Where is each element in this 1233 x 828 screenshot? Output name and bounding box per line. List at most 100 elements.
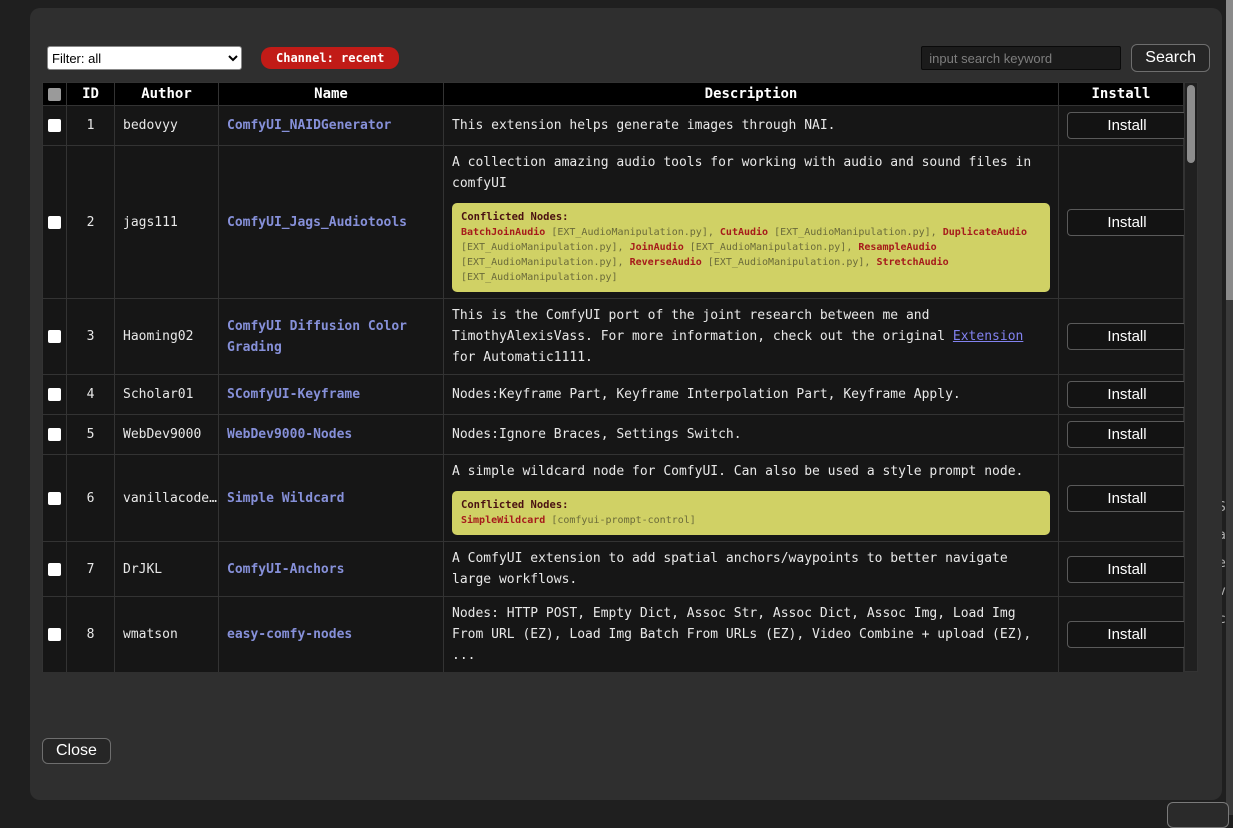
conflict-node: ResampleAudio	[858, 242, 936, 253]
install-button[interactable]: Install	[1067, 323, 1187, 350]
install-button[interactable]: Install	[1067, 556, 1187, 583]
page-scrollbar[interactable]	[1226, 0, 1233, 815]
row-checkbox-cell	[43, 146, 67, 299]
row-install-cell: Install	[1059, 106, 1184, 146]
row-checkbox-cell	[43, 415, 67, 455]
partial-button[interactable]	[1167, 802, 1229, 828]
row-id: 2	[67, 146, 115, 299]
row-name[interactable]: ComfyUI_Jags_Audiotools	[219, 146, 444, 299]
row-author: WebDev9000	[115, 415, 219, 455]
row-checkbox[interactable]	[48, 388, 61, 401]
conflict-title: Conflicted Nodes:	[461, 210, 1041, 225]
row-checkbox[interactable]	[48, 492, 61, 505]
row-checkbox[interactable]	[48, 119, 61, 132]
toolbar: Filter: all Channel: recent Search	[42, 44, 1210, 72]
conflict-node: JoinAudio	[630, 242, 684, 253]
description-link[interactable]: Extension	[953, 329, 1023, 344]
col-header-install: Install	[1059, 83, 1184, 106]
conflict-node: SimpleWildcard	[461, 515, 545, 526]
row-description-cell: This is the ComfyUI port of the joint re…	[444, 299, 1059, 375]
conflict-node: CutAudio	[720, 227, 768, 238]
description-text: Nodes: HTTP POST, Empty Dict, Assoc Str,…	[452, 606, 1031, 663]
row-checkbox-cell	[43, 375, 67, 415]
table-row: 2 jags111 ComfyUI_Jags_Audiotools A coll…	[43, 146, 1184, 299]
col-header-description: Description	[444, 83, 1059, 106]
custom-nodes-table: ID Author Name Description Install 1 bed…	[42, 82, 1184, 672]
row-install-cell: Install	[1059, 597, 1184, 673]
channel-badge: Channel: recent	[261, 47, 399, 69]
row-author: Scholar01	[115, 375, 219, 415]
row-checkbox[interactable]	[48, 216, 61, 229]
conflict-ext: [EXT_AudioManipulation.py],	[545, 227, 720, 238]
select-all-checkbox[interactable]	[48, 88, 61, 101]
conflict-ext: [EXT_AudioManipulation.py],	[702, 257, 877, 268]
row-description: A collection amazing audio tools for wor…	[452, 152, 1050, 194]
row-description-cell: A simple wildcard node for ComfyUI. Can …	[444, 455, 1059, 542]
table-row: 8 wmatson easy-comfy-nodes Nodes: HTTP P…	[43, 597, 1184, 673]
page-scrollbar-thumb[interactable]	[1226, 0, 1233, 300]
row-description-cell: A ComfyUI extension to add spatial ancho…	[444, 542, 1059, 597]
install-button[interactable]: Install	[1067, 209, 1187, 236]
row-checkbox[interactable]	[48, 330, 61, 343]
row-description: This is the ComfyUI port of the joint re…	[452, 305, 1050, 368]
conflict-ext: [EXT_AudioManipulation.py],	[461, 257, 630, 268]
table-header-row: ID Author Name Description Install	[43, 83, 1184, 106]
select-all-header-cell	[43, 83, 67, 106]
description-text: A ComfyUI extension to add spatial ancho…	[452, 551, 1008, 587]
conflict-box: Conflicted Nodes: SimpleWildcard [comfyu…	[452, 491, 1050, 535]
row-id: 3	[67, 299, 115, 375]
conflict-box: Conflicted Nodes: BatchJoinAudio [EXT_Au…	[452, 203, 1050, 292]
custom-nodes-table-wrap: ID Author Name Description Install 1 bed…	[42, 82, 1210, 672]
row-name[interactable]: Simple Wildcard	[219, 455, 444, 542]
conflict-ext: [comfyui-prompt-control]	[545, 515, 696, 526]
install-button[interactable]: Install	[1067, 621, 1187, 648]
row-install-cell: Install	[1059, 455, 1184, 542]
row-name[interactable]: ComfyUI Diffusion Color Grading	[219, 299, 444, 375]
table-scrollbar[interactable]	[1184, 82, 1198, 672]
row-install-cell: Install	[1059, 146, 1184, 299]
row-name[interactable]: easy-comfy-nodes	[219, 597, 444, 673]
install-button[interactable]: Install	[1067, 421, 1187, 448]
row-id: 8	[67, 597, 115, 673]
row-checkbox[interactable]	[48, 563, 61, 576]
install-button[interactable]: Install	[1067, 381, 1187, 408]
table-body: 1 bedovyy ComfyUI_NAIDGenerator This ext…	[43, 106, 1184, 673]
close-button[interactable]: Close	[42, 738, 111, 764]
row-name[interactable]: SComfyUI-Keyframe	[219, 375, 444, 415]
table-row: 5 WebDev9000 WebDev9000-Nodes Nodes:Igno…	[43, 415, 1184, 455]
install-button[interactable]: Install	[1067, 112, 1187, 139]
row-author: DrJKL	[115, 542, 219, 597]
row-description-cell: A collection amazing audio tools for wor…	[444, 146, 1059, 299]
row-id: 4	[67, 375, 115, 415]
row-name[interactable]: ComfyUI_NAIDGenerator	[219, 106, 444, 146]
row-id: 1	[67, 106, 115, 146]
conflict-ext: [EXT_AudioManipulation.py],	[461, 242, 630, 253]
table-scrollbar-thumb[interactable]	[1187, 85, 1195, 163]
row-description: Nodes:Keyframe Part, Keyframe Interpolat…	[452, 384, 1050, 405]
search-input[interactable]	[921, 46, 1121, 70]
table-row: 3 Haoming02 ComfyUI Diffusion Color Grad…	[43, 299, 1184, 375]
description-text: for Automatic1111.	[452, 350, 593, 365]
conflict-ext: [EXT_AudioManipulation.py]	[461, 272, 618, 283]
row-author: jags111	[115, 146, 219, 299]
row-description: Nodes:Ignore Braces, Settings Switch.	[452, 424, 1050, 445]
row-checkbox[interactable]	[48, 628, 61, 641]
row-checkbox[interactable]	[48, 428, 61, 441]
search-button[interactable]: Search	[1131, 44, 1210, 72]
description-text: This is the ComfyUI port of the joint re…	[452, 308, 953, 344]
col-header-id: ID	[67, 83, 115, 106]
row-name[interactable]: ComfyUI-Anchors	[219, 542, 444, 597]
table-row: 4 Scholar01 SComfyUI-Keyframe Nodes:Keyf…	[43, 375, 1184, 415]
row-install-cell: Install	[1059, 542, 1184, 597]
table-row: 1 bedovyy ComfyUI_NAIDGenerator This ext…	[43, 106, 1184, 146]
row-checkbox-cell	[43, 299, 67, 375]
row-checkbox-cell	[43, 597, 67, 673]
description-text: Nodes:Keyframe Part, Keyframe Interpolat…	[452, 387, 961, 402]
row-id: 5	[67, 415, 115, 455]
conflict-ext: [EXT_AudioManipulation.py],	[768, 227, 943, 238]
install-button[interactable]: Install	[1067, 485, 1187, 512]
filter-select[interactable]: Filter: all	[47, 46, 242, 70]
conflict-list: BatchJoinAudio [EXT_AudioManipulation.py…	[461, 225, 1041, 285]
description-text: This extension helps generate images thr…	[452, 118, 836, 133]
row-name[interactable]: WebDev9000-Nodes	[219, 415, 444, 455]
